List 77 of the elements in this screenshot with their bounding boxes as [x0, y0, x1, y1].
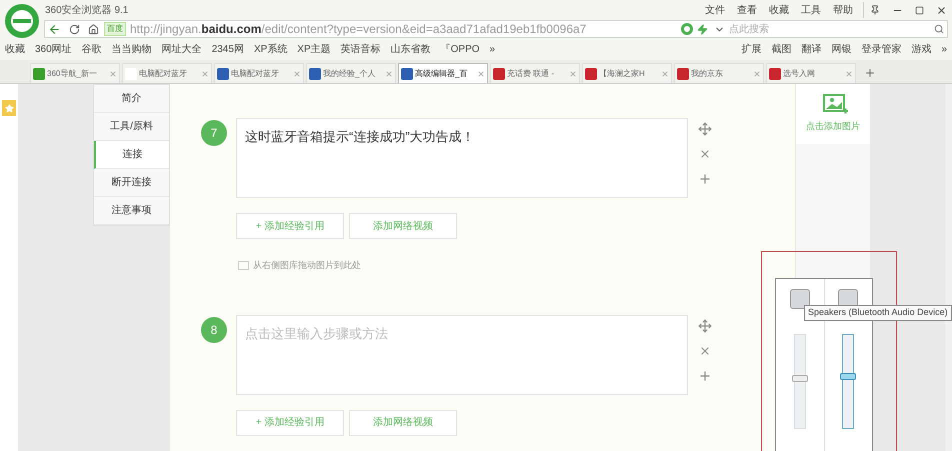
bookmark-item[interactable]: 360网址 [30, 42, 77, 56]
bookmark-item[interactable]: » [484, 42, 500, 56]
browser-tab[interactable]: 选号入网 [766, 63, 856, 83]
star-button[interactable] [2, 100, 16, 116]
bookmark-item[interactable]: 当当购物 [106, 42, 157, 56]
tab-close-icon[interactable] [661, 70, 669, 78]
step-text-field[interactable]: 点击这里输入步骤或方法 [236, 314, 688, 394]
menu-item[interactable]: 工具 [795, 2, 827, 18]
volume-slider-thumb[interactable] [840, 372, 856, 380]
site-icon [677, 68, 689, 80]
step-number: 7 [201, 120, 227, 146]
tab-close-icon[interactable] [201, 70, 209, 78]
step-text-field[interactable]: 这时蓝牙音箱提示“连接成功”大功告成！ [236, 118, 688, 198]
bookmark-item[interactable]: 英语音标 [336, 42, 386, 56]
site-icon [401, 68, 413, 80]
maximize-icon[interactable] [914, 6, 924, 14]
volume-slider-thumb[interactable] [792, 374, 808, 382]
site-icon [217, 68, 229, 80]
browser-tab[interactable]: 我的京东 [674, 63, 764, 83]
browser-tab[interactable]: 电脑配对蓝牙 [214, 63, 304, 83]
add-icon[interactable] [698, 172, 712, 186]
tab-close-icon[interactable] [569, 70, 577, 78]
move-icon[interactable] [698, 122, 712, 136]
tab-close-icon[interactable] [753, 70, 761, 78]
menu-item[interactable]: 帮助 [827, 2, 859, 18]
delete-icon[interactable] [699, 148, 711, 160]
outline-item[interactable]: 连接 [94, 141, 169, 169]
bookmark-item[interactable]: 网址大全 [156, 42, 207, 56]
site-icon [493, 68, 505, 80]
window-title: 360安全浏览器 9.1 [45, 4, 128, 18]
tooltip: Speakers (Bluetooth Audio Device) [804, 305, 952, 320]
star-icon [4, 104, 14, 112]
toolbar-item[interactable]: 游戏 [906, 42, 936, 56]
outline-item[interactable]: 断开连接 [94, 169, 169, 197]
browser-tab[interactable]: 充话费 联通 - [490, 63, 580, 83]
move-icon[interactable] [698, 318, 712, 332]
outline-item[interactable]: 注意事项 [94, 197, 169, 225]
drop-hint: 从右侧图库拖动图片到此处 [253, 259, 361, 272]
browser-tab[interactable]: 高级编辑器_百 [398, 63, 488, 83]
site-icon [309, 68, 321, 80]
bookmark-item[interactable]: 2345网 [206, 42, 249, 56]
site-icon [769, 68, 781, 80]
site-icon [33, 68, 45, 80]
browser-tab[interactable]: 360导航_新一 [30, 63, 120, 83]
menu-item[interactable]: 查看 [731, 2, 763, 18]
toolbar-item[interactable]: 翻译 [796, 42, 826, 56]
delete-icon[interactable] [699, 344, 711, 356]
tab-close-icon[interactable] [293, 70, 301, 78]
new-tab-icon[interactable] [864, 67, 876, 79]
browser-logo-icon [4, 3, 40, 39]
outline-item[interactable]: 简介 [94, 85, 169, 113]
tab-close-icon[interactable] [109, 70, 117, 78]
browser-tab[interactable]: 【海澜之家H [582, 63, 672, 83]
pin-icon[interactable] [870, 5, 880, 15]
tab-close-icon[interactable] [477, 70, 485, 78]
toolbar-item[interactable]: 网银 [826, 42, 856, 56]
browser-tab[interactable]: 我的经验_个人 [306, 63, 396, 83]
menu-item[interactable]: 收藏 [763, 2, 795, 18]
toolbar-item[interactable]: 截图 [766, 42, 796, 56]
add-icon[interactable] [698, 368, 712, 382]
image-icon [238, 261, 249, 270]
bookmark-item[interactable]: XP系统 [248, 42, 292, 56]
toolbar-item[interactable]: » [936, 42, 952, 56]
toolbar-item[interactable]: 登录管家 [856, 42, 906, 56]
tab-close-icon[interactable] [385, 70, 393, 78]
tab-close-icon[interactable] [845, 70, 853, 78]
bookmark-item[interactable]: 山东省教 [386, 42, 436, 56]
bookmark-item[interactable]: 『OPPO [436, 42, 485, 56]
toolbar-item[interactable]: 扩展 [736, 42, 766, 56]
bookmark-item[interactable]: 谷歌 [76, 42, 107, 56]
close-icon[interactable] [936, 4, 946, 16]
bookmark-item[interactable]: XP主题 [292, 42, 336, 56]
site-icon [585, 68, 597, 80]
menu-item[interactable]: 文件 [699, 2, 731, 18]
step-number: 8 [201, 316, 227, 342]
browser-tab[interactable]: 电脑配对蓝牙 [122, 63, 212, 83]
bookmark-item[interactable]: 收藏 [0, 42, 30, 56]
